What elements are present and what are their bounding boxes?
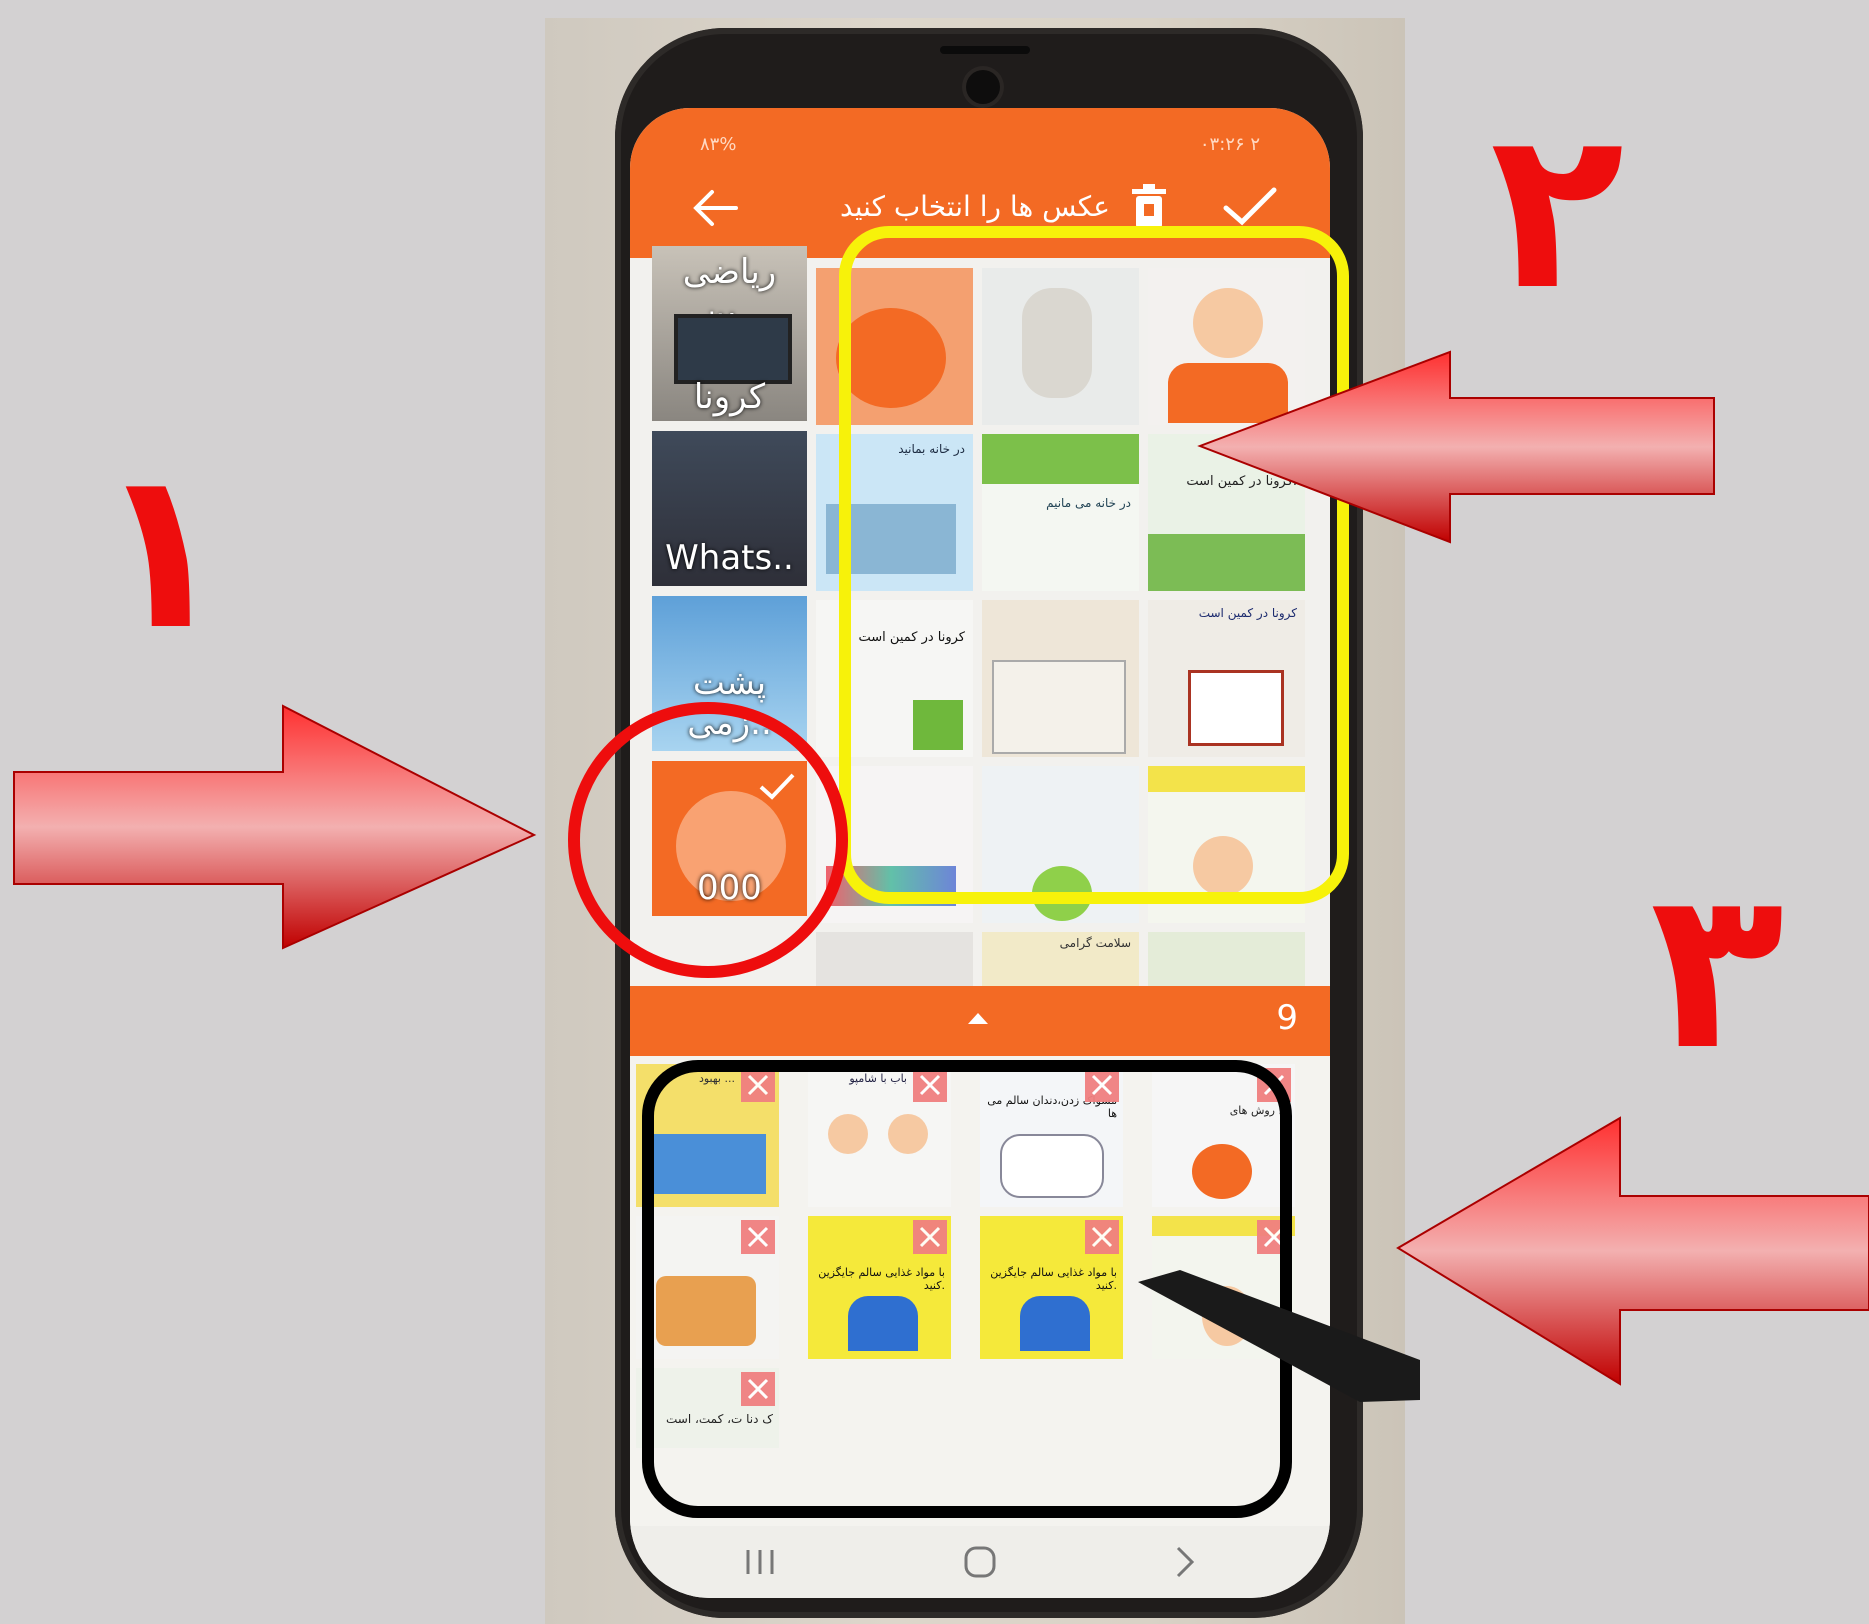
selected-thumbnail[interactable]: باب با شامپو [808,1064,951,1207]
phone-screen: ۸۳% ۰۳:۲۶ ۲ عکس ها را انتخاب کنید ریاضی … [630,108,1330,1598]
close-icon [919,1226,941,1248]
album-label: Whats.. [665,538,794,578]
album-list: ریاضی پن.. کرونا Whats.. پشت زمی.. 000 [652,246,807,1006]
front-camera [966,70,1000,104]
remove-button[interactable] [1257,1068,1291,1102]
gallery-thumbnail[interactable]: کرونا در کمین است. [1148,434,1305,591]
annotation-number-two: ۲ [1490,82,1625,338]
album-label: پشت زمی.. [687,663,772,743]
gallery-thumbnail[interactable]: کرونا در کمین است [816,600,973,757]
album-label: کرونا [693,377,766,417]
close-icon [747,1074,769,1096]
check-icon[interactable] [1220,184,1280,228]
gallery-thumbnail[interactable] [1148,932,1305,986]
gallery-thumbnail[interactable] [982,268,1139,425]
selected-thumbnail[interactable] [1152,1216,1295,1359]
gallery-thumbnail[interactable] [1148,268,1305,425]
selection-bar[interactable]: 9 [630,986,1330,1056]
album-label: 000 [697,868,762,908]
close-icon [747,1378,769,1400]
remove-button[interactable] [741,1220,775,1254]
close-icon [1263,1074,1285,1096]
arrow-right [13,704,537,950]
close-icon [919,1074,941,1096]
close-icon [747,1226,769,1248]
album-item[interactable]: کرونا [652,266,807,421]
status-battery: ۸۳% [700,134,737,155]
gallery-thumbnail[interactable] [982,766,1139,923]
remove-button[interactable] [1085,1068,1119,1102]
caret-up-icon[interactable] [966,1010,990,1026]
app-bar: ۸۳% ۰۳:۲۶ ۲ عکس ها را انتخاب کنید [630,108,1330,258]
recent-apps-icon[interactable] [740,1546,780,1578]
selected-thumbnail[interactable]: مسواک زدن،دندان سالم می ها [980,1064,1123,1207]
nav-back-icon[interactable] [1170,1544,1200,1580]
selected-thumbnail[interactable]: با مواد غذایی سالم جایگزین کنید. [808,1216,951,1359]
gallery-thumbnail[interactable]: در خانه بمانید [816,434,973,591]
gallery-thumbnail[interactable] [816,766,973,923]
selected-tray: بهبود ... باب با شامپو مسواک زدن،دندان س… [630,1056,1330,1526]
gallery-thumbnail[interactable]: در خانه می مانیم [982,434,1139,591]
gallery-thumbnail[interactable] [1148,766,1305,923]
gallery-thumbnail[interactable]: کرونا در کمین است [1148,600,1305,757]
remove-button[interactable] [741,1372,775,1406]
remove-button[interactable] [741,1068,775,1102]
annotation-number-three: ۳ [1650,842,1785,1098]
selected-thumbnail[interactable]: با مواد غذایی سالم جایگزین کنید. [980,1216,1123,1359]
earpiece [940,46,1030,54]
checkmark-icon [759,773,795,800]
selected-thumbnail[interactable]: بهبود ... [636,1064,779,1207]
selected-thumbnail[interactable]: روش های ... [1152,1064,1295,1207]
gallery-thumbnail[interactable] [816,268,973,425]
album-item[interactable]: Whats.. [652,431,807,586]
close-icon [1091,1226,1113,1248]
annotation-number-one: ۱ [95,422,230,678]
arrow-left [1396,1116,1869,1386]
selected-thumbnail[interactable] [636,1216,779,1359]
remove-button[interactable] [913,1068,947,1102]
remove-button[interactable] [913,1220,947,1254]
gallery-thumbnail[interactable]: سلامت گرامی [982,932,1139,986]
system-nav-bar [630,1526,1330,1598]
remove-button[interactable] [1257,1220,1291,1254]
close-icon [1091,1074,1113,1096]
close-icon [1263,1226,1285,1248]
gallery-thumbnail[interactable] [816,932,973,986]
selected-thumbnail[interactable]: ک دنا ت، کمت، است [636,1368,779,1448]
arrow-left-icon[interactable] [690,186,740,230]
gallery-thumbnail[interactable] [982,600,1139,757]
selected-count: 9 [1276,998,1298,1038]
album-item[interactable]: پشت زمی.. [652,596,807,751]
page-title: عکس ها را انتخاب کنید [840,190,1110,223]
remove-button[interactable] [1085,1220,1119,1254]
trash-icon[interactable] [1130,182,1168,232]
status-time: ۰۳:۲۶ ۲ [1199,134,1260,155]
home-icon[interactable] [960,1542,1000,1582]
album-item-selected[interactable]: 000 [652,761,807,916]
